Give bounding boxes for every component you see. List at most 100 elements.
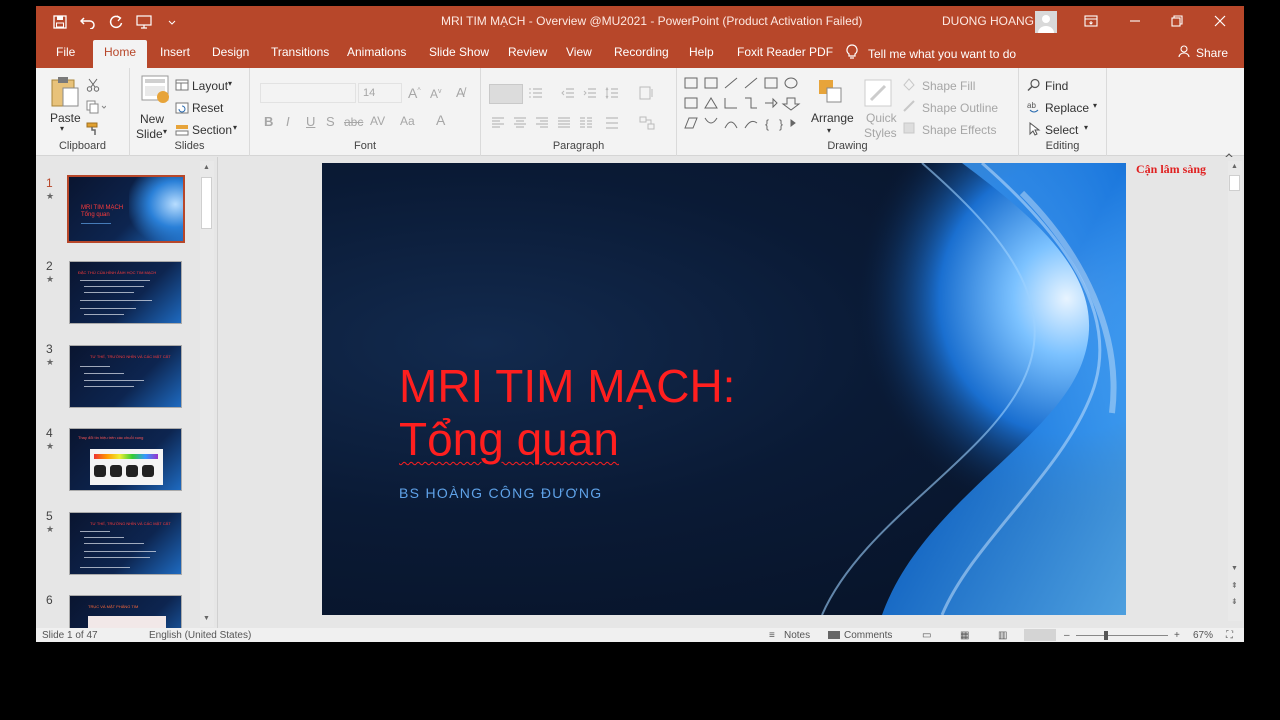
new-slide-label[interactable]: New [140,112,164,126]
find-icon[interactable] [1027,78,1041,97]
underline-icon[interactable]: U [306,114,315,129]
layout-label[interactable]: Layout [192,79,228,93]
notes-button[interactable]: Notes [784,630,810,641]
smartart-icon[interactable] [639,116,655,135]
justify-icon[interactable] [557,116,571,134]
zoom-slider-thumb[interactable] [1104,631,1108,640]
shadow-icon[interactable]: S [326,114,335,129]
tab-review[interactable]: Review [508,45,547,59]
layout-icon[interactable] [175,78,189,96]
language-indicator[interactable]: English (United States) [149,630,251,641]
decrease-indent-icon[interactable] [561,86,575,105]
customize-qat-chevron-icon[interactable] [162,12,182,32]
align-right-icon[interactable] [535,116,549,134]
font-family-dropdown[interactable] [260,83,356,103]
slide-scroll-thumb[interactable] [1229,175,1240,191]
next-slide-icon[interactable]: ⇟ [1231,597,1238,606]
slide-title[interactable]: MRI TIM MẠCH: Tổng quan [399,360,735,466]
tab-recording[interactable]: Recording [614,45,669,59]
arrange-label[interactable]: Arrange [811,111,854,125]
tab-view[interactable]: View [566,45,592,59]
tab-transitions[interactable]: Transitions [271,45,329,59]
decrease-font-icon[interactable]: Av [430,87,442,101]
character-spacing-icon[interactable]: AV [370,114,385,128]
tab-foxit-reader-pdf[interactable]: Foxit Reader PDF [737,45,833,59]
ribbon-display-options-icon[interactable] [1083,13,1101,31]
arrange-icon[interactable] [817,78,847,113]
font-color-icon[interactable]: A [436,112,445,128]
find-label[interactable]: Find [1045,79,1068,93]
italic-icon[interactable]: I [286,114,290,129]
tab-insert[interactable]: Insert [160,45,190,59]
arrange-chevron-icon[interactable]: ▾ [827,126,831,135]
strikethrough-icon[interactable]: abc [344,115,363,129]
shape-fill-icon[interactable] [902,77,916,96]
tab-animations[interactable]: Animations [347,45,406,59]
new-slide-label-2[interactable]: Slide [136,127,163,141]
tab-design[interactable]: Design [212,45,249,59]
font-size-dropdown[interactable]: 14 [358,83,402,103]
columns-icon[interactable] [579,116,593,134]
section-label[interactable]: Section [192,123,232,137]
normal-view-icon[interactable]: ▭ [922,630,931,641]
tab-help[interactable]: Help [689,45,714,59]
bullets-dropdown[interactable] [489,84,523,104]
present-from-beginning-icon[interactable] [134,12,154,32]
clear-formatting-icon[interactable]: A̸ [456,85,465,100]
quick-styles-icon[interactable] [863,78,893,113]
shapes-gallery-icon[interactable]: {} [683,76,801,139]
paste-label[interactable]: Paste [50,111,81,125]
quick-styles-label[interactable]: Quick [866,111,897,125]
slide-thumbnail-5[interactable]: TƯ THẾ, TRƯỜNG NHÌN VÀ CÁC MẶT CẮT [69,512,182,575]
slide-scrollbar[interactable]: ▲ ▼ ⇞ ⇟ [1228,161,1242,621]
zoom-out-icon[interactable]: – [1064,630,1070,641]
shape-effects-label[interactable]: Shape Effects [922,123,997,137]
reset-icon[interactable] [175,101,189,119]
thumbnail-scrollbar[interactable]: ▲ ▼ [200,161,214,627]
minimize-icon[interactable] [1127,13,1145,31]
notes-icon[interactable]: ≡ [769,630,775,641]
tab-home[interactable]: Home [93,40,148,68]
shape-fill-label[interactable]: Shape Fill [922,79,975,93]
select-chevron-icon[interactable]: ▾ [1084,123,1088,132]
shape-effects-icon[interactable] [902,121,916,140]
scroll-up-icon[interactable]: ▲ [203,164,210,171]
avatar[interactable] [1035,11,1057,33]
section-chevron-icon[interactable]: ▾ [233,123,237,132]
copy-icon[interactable] [86,100,107,119]
scroll-down-icon[interactable]: ▼ [1231,565,1238,572]
new-slide-chevron-icon[interactable]: ▾ [163,127,167,136]
slide-thumbnail-1[interactable]: MRI TIM MẠCH Tổng quan [67,175,185,243]
slide-subtitle[interactable]: BS HOÀNG CÔNG ĐƯƠNG [399,485,602,501]
new-slide-icon[interactable] [140,74,170,109]
reading-view-icon[interactable]: ▥ [998,630,1007,641]
restore-icon[interactable] [1169,13,1187,31]
zoom-slider[interactable] [1076,635,1168,636]
reset-label[interactable]: Reset [192,101,223,115]
align-text-icon[interactable] [605,116,619,134]
bold-icon[interactable]: B [264,114,273,129]
slide-thumbnail-3[interactable]: TƯ THẾ, TRƯỜNG NHÌN VÀ CÁC MẶT CẮT [69,345,182,408]
tab-file[interactable]: File [56,45,75,59]
increase-font-icon[interactable]: A^ [408,85,421,101]
format-painter-icon[interactable] [86,122,100,141]
cut-icon[interactable] [86,78,100,97]
zoom-level[interactable]: 67% [1193,630,1213,641]
slide-show-view-icon[interactable] [1024,629,1056,641]
share-button[interactable]: Share [1177,44,1228,61]
redo-icon[interactable] [106,12,126,32]
zoom-in-icon[interactable]: + [1174,630,1180,641]
replace-chevron-icon[interactable]: ▾ [1093,101,1097,110]
select-label[interactable]: Select [1045,123,1078,137]
quick-styles-label-2[interactable]: Styles [864,126,897,140]
scroll-down-icon[interactable]: ▼ [203,615,210,622]
change-case-icon[interactable]: Aa [400,114,415,128]
replace-label[interactable]: Replace [1045,101,1089,115]
align-left-icon[interactable] [491,116,505,134]
slide-canvas[interactable]: MRI TIM MẠCH: Tổng quan BS HOÀNG CÔNG ĐƯ… [322,163,1126,615]
shape-outline-label[interactable]: Shape Outline [922,101,998,115]
slide-thumbnail-2[interactable]: ĐẶC THÙ CỦA HÌNH ẢNH HỌC TIM MẠCH [69,261,182,324]
tab-slide-show[interactable]: Slide Show [429,45,489,59]
comments-icon[interactable] [828,631,840,639]
section-icon[interactable] [175,123,189,141]
